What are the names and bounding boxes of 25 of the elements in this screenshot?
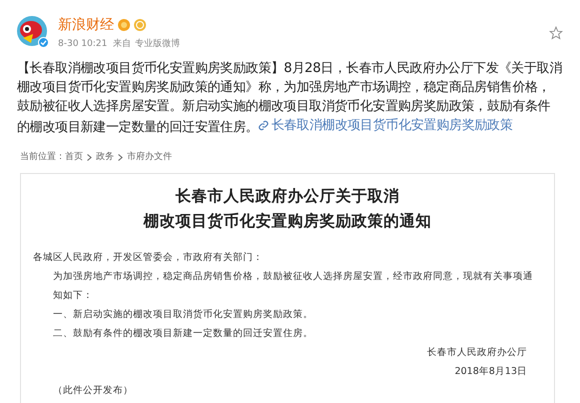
post-text: 【长春取消棚改项目货币化安置购房奖励政策】8月28日，长春市人民政府办公厅下发《关于取消棚改项目货币化安置购房奖励政策的通知》称，为加强房地产市场调控，稳定商品房销售价格，鼓励被征收人选择房屋安置。新启动实施的棚改项目取消货币化安置购房奖励政策，鼓励有条件的棚改项目新建一定数量的回迁安置住房。 长春取消棚改项目货币化安置购房奖励政策 bbox=[16, 60, 563, 137]
document-paragraph: 为加强房地产市场调控，稳定商品房销售价格，鼓励被征收人选择房屋安置，经市政府同意，现就有关事项通知如下： bbox=[52, 270, 534, 302]
breadcrumb-item[interactable]: 市府办文件 bbox=[127, 151, 172, 164]
source-link[interactable]: 专业版微博 bbox=[135, 38, 180, 51]
star-icon[interactable] bbox=[549, 26, 563, 40]
document-paragraph: 二、鼓励有条件的棚改项目新建一定数量的回迁安置住房。 bbox=[52, 326, 314, 340]
post-link[interactable]: 长春取消棚改项目货币化安置购房奖励政策 bbox=[258, 116, 513, 135]
salutation: 各城区人民政府，开发区管委会，市政府有关部门： bbox=[33, 250, 264, 264]
publish-note: （此件公开发布） bbox=[52, 384, 134, 398]
document-title: 长春市人民政府办公厅关于取消 bbox=[174, 186, 400, 206]
signature: 长春市人民政府办公厅 bbox=[427, 346, 527, 360]
document-title: 棚改项目货币化安置购房奖励政策的通知 bbox=[142, 210, 432, 232]
post-time: 8-30 10:21 bbox=[58, 38, 108, 51]
medal-icon bbox=[134, 19, 146, 31]
badge-icon bbox=[118, 19, 130, 31]
avatar-icon[interactable] bbox=[17, 16, 47, 46]
chevron-icon bbox=[118, 154, 123, 162]
breadcrumb-item[interactable]: 政务 bbox=[96, 151, 114, 164]
link-icon bbox=[258, 120, 270, 131]
source-label: 来自 bbox=[113, 38, 132, 51]
author-name[interactable]: 新浪财经 bbox=[58, 16, 114, 34]
chevron-icon bbox=[87, 154, 92, 162]
breadcrumb-item[interactable]: 当前位置：首页 bbox=[20, 151, 83, 164]
document-paragraph: 一、新启动实施的棚改项目取消货币化安置购房奖励政策。 bbox=[52, 308, 314, 322]
document-date: 2018年8月13日 bbox=[454, 364, 527, 378]
